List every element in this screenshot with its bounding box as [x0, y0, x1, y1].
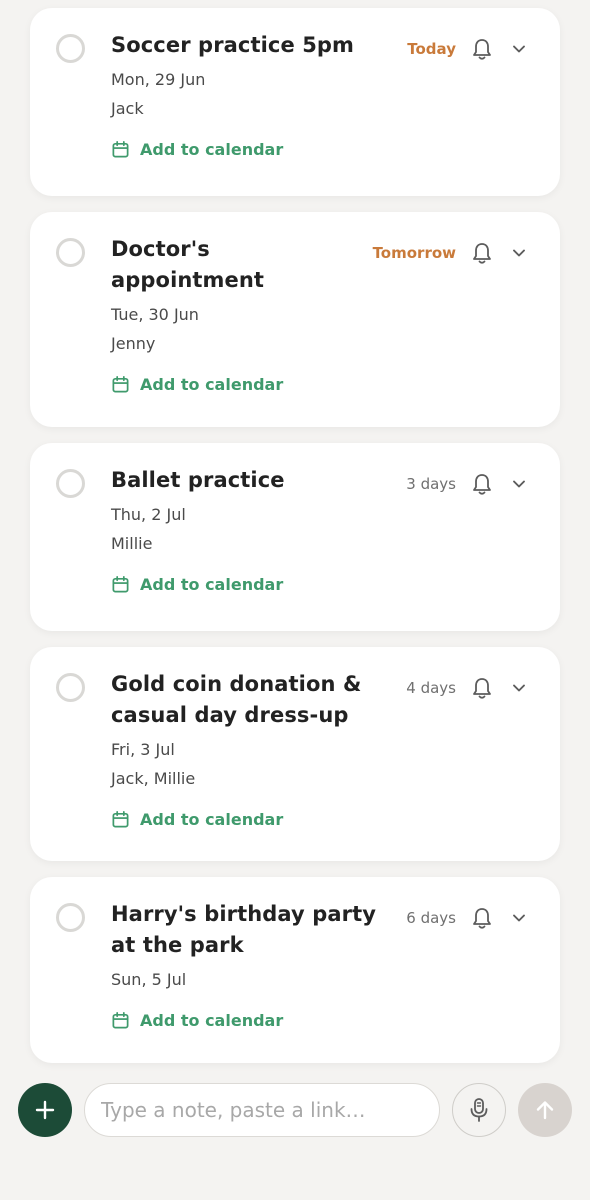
chevron-down-icon [513, 45, 525, 53]
send-button[interactable] [518, 1083, 572, 1137]
add-to-calendar-button[interactable]: Add to calendar [111, 573, 379, 595]
reminder-button[interactable] [470, 37, 494, 61]
task-date: Tue, 30 Jun [111, 305, 199, 324]
add-to-calendar-label: Add to calendar [140, 574, 284, 594]
add-to-calendar-button[interactable]: Add to calendar [111, 808, 379, 830]
due-badge: 6 days [406, 909, 456, 927]
microphone-button[interactable] [452, 1083, 506, 1137]
arrow-up-icon [536, 1101, 554, 1120]
reminder-button[interactable] [470, 676, 494, 700]
complete-checkbox[interactable] [56, 903, 85, 932]
complete-checkbox[interactable] [56, 34, 85, 63]
chevron-down-icon [513, 684, 525, 692]
task-list: Soccer practice 5pm Mon, 29 Jun Jack Add… [30, 8, 560, 1079]
reminder-button[interactable] [470, 906, 494, 930]
add-to-calendar-button[interactable]: Add to calendar [111, 1009, 379, 1031]
due-badge: 3 days [406, 475, 456, 493]
task-title: Ballet practice [111, 468, 285, 492]
bell-icon [473, 474, 491, 495]
complete-checkbox[interactable] [56, 673, 85, 702]
task-meta: Tomorrow [373, 240, 528, 266]
task-title: Harry's birthday party at the park [111, 902, 377, 957]
add-to-calendar-label: Add to calendar [140, 374, 284, 394]
task-date: Fri, 3 Jul [111, 740, 175, 759]
calendar-icon [112, 375, 129, 392]
add-to-calendar-label: Add to calendar [140, 809, 284, 829]
task-meta: 3 days [406, 471, 528, 497]
bell-icon [473, 39, 491, 60]
task-body: Harry's birthday party at the park Sun, … [111, 899, 379, 1031]
calendar-icon [112, 140, 129, 157]
reminder-button[interactable] [470, 472, 494, 496]
task-title: Soccer practice 5pm [111, 33, 355, 57]
task-meta: Today [407, 36, 528, 62]
calendar-icon [112, 575, 129, 592]
task-card[interactable]: Gold coin donation & casual day dress-up… [30, 647, 560, 861]
task-body: Soccer practice 5pm Mon, 29 Jun Jack Add… [111, 30, 379, 160]
task-assignees: Jack [111, 99, 144, 118]
task-title: Doctor's appointment [111, 237, 265, 292]
task-assignees: Jenny [111, 334, 156, 353]
add-to-calendar-label: Add to calendar [140, 1010, 284, 1030]
task-date: Mon, 29 Jun [111, 70, 206, 89]
task-card[interactable]: Ballet practice Thu, 2 Jul Millie Add to… [30, 443, 560, 631]
task-card[interactable]: Doctor's appointment Tue, 30 Jun Jenny A… [30, 212, 560, 427]
expand-button[interactable] [510, 909, 528, 927]
calendar-icon [112, 1011, 129, 1028]
task-body: Gold coin donation & casual day dress-up… [111, 669, 379, 830]
bell-icon [473, 243, 491, 264]
chevron-down-icon [513, 914, 525, 922]
task-card[interactable]: Soccer practice 5pm Mon, 29 Jun Jack Add… [30, 8, 560, 196]
add-to-calendar-button[interactable]: Add to calendar [111, 138, 379, 160]
bell-icon [473, 678, 491, 699]
task-date: Thu, 2 Jul [111, 505, 186, 524]
chevron-down-icon [513, 480, 525, 488]
expand-button[interactable] [510, 244, 528, 262]
complete-checkbox[interactable] [56, 469, 85, 498]
task-assignees: Jack, Millie [111, 769, 196, 788]
task-card[interactable]: Harry's birthday party at the park Sun, … [30, 877, 560, 1063]
note-input[interactable] [84, 1083, 440, 1137]
task-meta: 6 days [406, 905, 528, 931]
complete-checkbox[interactable] [56, 238, 85, 267]
due-badge: Today [407, 40, 456, 58]
expand-button[interactable] [510, 40, 528, 58]
task-meta: 4 days [406, 675, 528, 701]
task-date: Sun, 5 Jul [111, 970, 187, 989]
plus-icon [35, 1100, 55, 1120]
due-badge: Tomorrow [372, 244, 456, 262]
bell-icon [473, 908, 491, 929]
chevron-down-icon [513, 249, 525, 257]
add-to-calendar-button[interactable]: Add to calendar [111, 373, 341, 395]
task-body: Ballet practice Thu, 2 Jul Millie Add to… [111, 465, 379, 595]
task-title: Gold coin donation & casual day dress-up [111, 672, 362, 727]
add-button[interactable] [18, 1083, 72, 1137]
microphone-icon [470, 1098, 488, 1122]
expand-button[interactable] [510, 679, 528, 697]
calendar-icon [112, 810, 129, 827]
reminder-button[interactable] [470, 241, 494, 265]
task-assignees: Millie [111, 534, 153, 553]
due-badge: 4 days [406, 679, 456, 697]
expand-button[interactable] [510, 475, 528, 493]
task-body: Doctor's appointment Tue, 30 Jun Jenny A… [111, 234, 341, 395]
composer-bar [18, 1083, 574, 1137]
add-to-calendar-label: Add to calendar [140, 139, 284, 159]
